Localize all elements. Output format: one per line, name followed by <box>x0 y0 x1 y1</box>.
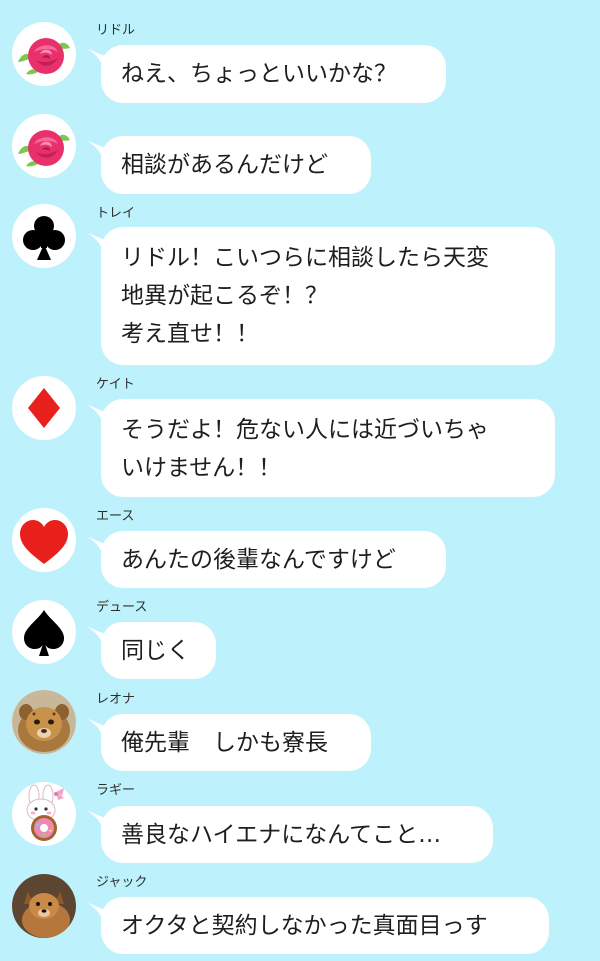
sender-name: ケイト <box>96 377 135 392</box>
bunny-donut-icon[interactable] <box>12 782 76 846</box>
message-bubble[interactable]: オクタと契約しなかった真面目っす <box>101 897 549 954</box>
club-suit-icon[interactable] <box>12 204 76 268</box>
message-bubble[interactable]: 善良なハイエナになんてこと… <box>101 806 493 863</box>
spade-suit-icon[interactable] <box>12 600 76 664</box>
diamond-suit-icon[interactable] <box>12 376 76 440</box>
rose-icon[interactable] <box>12 22 76 86</box>
sender-name: トレイ <box>96 206 136 221</box>
chat-screen: { "messages": [ { "sender": "リドル", "text… <box>0 0 600 961</box>
message-bubble[interactable]: リドル！こいつらに相談したら天変 地異が起こるぞ！？ 考え直せ！！ <box>101 227 555 365</box>
sender-name: デュース <box>96 600 148 615</box>
lion-cub-icon[interactable] <box>12 690 76 754</box>
sender-name: レオナ <box>96 692 136 707</box>
dog-icon[interactable] <box>12 874 76 938</box>
message-bubble[interactable]: 同じく <box>101 622 216 679</box>
rose-icon[interactable] <box>12 114 76 178</box>
heart-suit-icon[interactable] <box>12 508 76 572</box>
message-bubble[interactable]: あんたの後輩なんですけど <box>101 531 446 588</box>
message-bubble[interactable]: ねえ、ちょっといいかな？ <box>101 45 446 103</box>
message-bubble[interactable]: 俺先輩 しかも寮長 <box>101 714 371 771</box>
message-bubble[interactable]: 相談があるんだけど <box>101 136 371 194</box>
sender-name: リドル <box>96 23 136 38</box>
sender-name: エース <box>96 509 135 524</box>
message-bubble[interactable]: そうだよ！危ない人には近づいちゃ いけません！！ <box>101 399 555 497</box>
sender-name: ラギー <box>96 783 136 798</box>
sender-name: ジャック <box>96 875 148 890</box>
